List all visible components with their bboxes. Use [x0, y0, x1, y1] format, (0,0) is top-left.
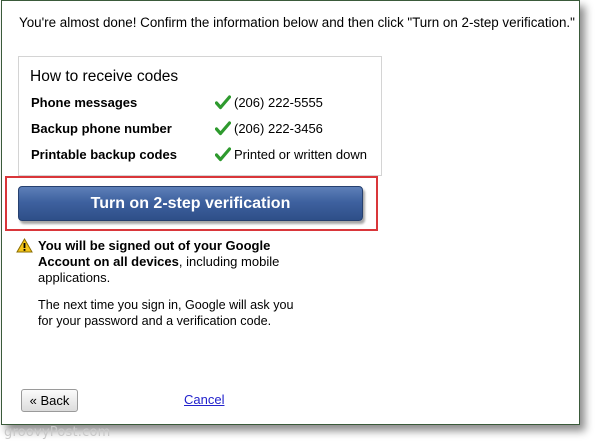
watermark-text: groovyPost.com	[4, 425, 111, 440]
codes-row-label: Phone messages	[31, 95, 138, 110]
warning-triangle-icon	[16, 238, 33, 253]
codes-row-backup-phone: Backup phone number (206) 222-3456	[31, 121, 376, 139]
codes-summary-box: How to receive codes Phone messages (206…	[18, 56, 382, 176]
dialog-frame: You're almost done! Confirm the informat…	[1, 0, 580, 425]
turn-on-2-step-verification-button[interactable]: Turn on 2-step verification	[18, 186, 363, 221]
codes-row-value: Printed or written down	[234, 147, 367, 162]
back-button[interactable]: « Back	[21, 389, 78, 412]
codes-row-phone-messages: Phone messages (206) 222-5555	[31, 95, 376, 113]
check-icon	[215, 95, 231, 110]
next-signin-text: The next time you sign in, Google will a…	[38, 298, 294, 328]
cancel-link[interactable]: Cancel	[184, 392, 224, 407]
intro-text: You're almost done! Confirm the informat…	[19, 15, 575, 30]
codes-row-label: Backup phone number	[31, 121, 172, 136]
codes-row-value: (206) 222-5555	[234, 95, 323, 110]
codes-section-title: How to receive codes	[30, 68, 179, 85]
codes-row-label: Printable backup codes	[31, 147, 177, 162]
warning-text: You will be signed out of your Google Ac…	[38, 238, 288, 286]
codes-row-value: (206) 222-3456	[234, 121, 323, 136]
check-icon	[215, 147, 231, 162]
codes-row-backup-codes: Printable backup codes Printed or writte…	[31, 147, 376, 165]
check-icon	[215, 121, 231, 136]
